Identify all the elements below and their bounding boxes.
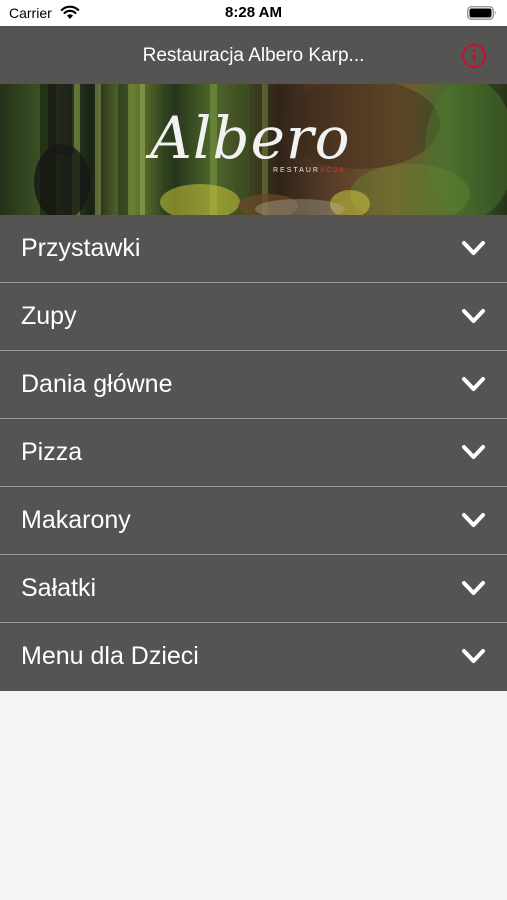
restaurant-logo-subtitle: RESTAURACJA xyxy=(273,167,346,174)
status-bar: Carrier 8:28 AM xyxy=(0,0,507,26)
menu-category-label: Zupy xyxy=(21,302,77,330)
chevron-down-icon xyxy=(462,241,485,255)
menu-category-makarony[interactable]: Makarony xyxy=(0,487,507,555)
menu-category-label: Menu dla Dzieci xyxy=(21,642,199,670)
menu-category-label: Pizza xyxy=(21,438,83,466)
chevron-down-icon xyxy=(462,581,485,595)
logo-subtitle-main: RESTAUR xyxy=(273,167,320,174)
menu-category-przystawki[interactable]: Przystawki xyxy=(0,215,507,283)
menu-category-label: Dania główne xyxy=(21,370,173,398)
clock-label: 8:28 AM xyxy=(225,4,282,21)
menu-category-salatki[interactable]: Sałatki xyxy=(0,555,507,623)
chevron-down-icon xyxy=(462,445,485,459)
menu-category-label: Przystawki xyxy=(21,234,141,262)
info-icon[interactable] xyxy=(461,43,487,69)
menu-category-pizza[interactable]: Pizza xyxy=(0,419,507,487)
battery-icon xyxy=(467,6,496,20)
menu-category-list: Przystawki Zupy Dania główne Pizza Makar… xyxy=(0,215,507,691)
chevron-down-icon xyxy=(462,649,485,663)
logo-subtitle-accent: ACJA xyxy=(319,167,346,174)
chevron-down-icon xyxy=(462,377,485,391)
chevron-down-icon xyxy=(462,309,485,323)
menu-category-menu-dla-dzieci[interactable]: Menu dla Dzieci xyxy=(0,623,507,691)
menu-category-label: Makarony xyxy=(21,506,131,534)
chevron-down-icon xyxy=(462,513,485,527)
menu-category-label: Sałatki xyxy=(21,574,97,602)
hero-banner: Albero RESTAURACJA xyxy=(0,84,507,215)
menu-category-zupy[interactable]: Zupy xyxy=(0,283,507,351)
restaurant-logo: Albero xyxy=(150,104,351,172)
nav-bar: Restauracja Albero Karp... xyxy=(0,26,507,84)
menu-category-dania-glowne[interactable]: Dania główne xyxy=(0,351,507,419)
page-title: Restauracja Albero Karp... xyxy=(142,45,365,66)
